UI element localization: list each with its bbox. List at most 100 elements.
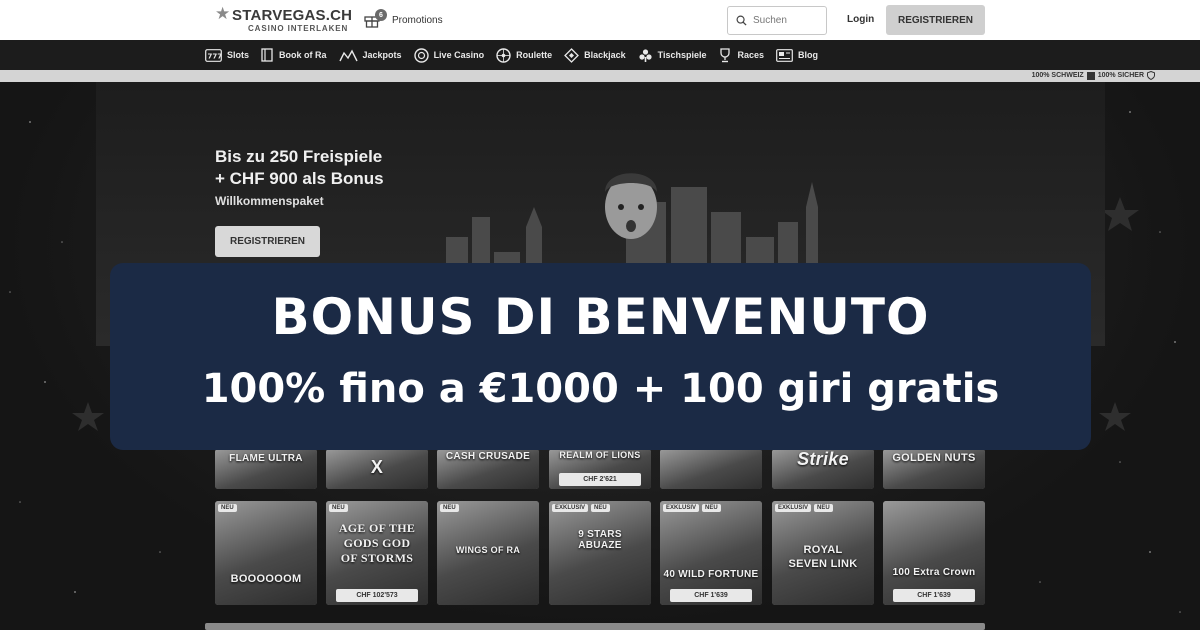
trust-secure-label: 100% SICHER (1097, 72, 1144, 79)
game-tile[interactable]: REALM OF LIONS CHF 2'621 (549, 449, 651, 489)
search-input[interactable] (753, 15, 823, 26)
register-button-hero[interactable]: REGISTRIEREN (215, 226, 320, 257)
nav-item-blog[interactable]: Blog (776, 48, 819, 62)
game-tile[interactable]: NEU BOOOOOOM (215, 501, 317, 605)
game-title: 40 WILD FORTUNE (663, 569, 759, 580)
banner-title: BONUS DI BENVENUTO (271, 288, 930, 346)
nav-label-slots: Slots (227, 50, 250, 60)
hero-headline-line2: + CHF 900 als Bonus (215, 169, 384, 188)
nav-label-jackpots: Jackpots (362, 50, 402, 60)
search-box[interactable] (727, 6, 827, 35)
game-tile[interactable]: EXKLUSIV NEU 9 STARS ABUAZE (549, 501, 651, 605)
game-title: FLAME ULTRA (229, 453, 303, 464)
table-games-icon (639, 48, 652, 62)
game-title: 9 STARS ABUAZE (578, 529, 622, 551)
trust-swiss-label: 100% SCHWEIZ (1031, 72, 1084, 79)
nav-label-live-casino: Live Casino (433, 50, 485, 60)
nav-item-tischspiele[interactable]: Tischspiele (638, 48, 707, 63)
star-logo-icon: ★ (215, 4, 231, 24)
game-tag-badge: NEU (440, 504, 459, 512)
trust-badges: 100% SCHWEIZ 100% SICHER (1032, 71, 1155, 80)
promotions-link[interactable]: 6 Promotions (364, 9, 443, 29)
login-link[interactable]: Login (847, 14, 874, 25)
gift-icon: 6 (364, 9, 387, 29)
game-tile[interactable]: 100 Extra Crown CHF 1'639 (883, 501, 985, 605)
top-header: ★ STARVEGAS.CH CASINO INTERLAKEN 6 Promo… (0, 0, 1200, 40)
logo-subtitle: CASINO INTERLAKEN (248, 24, 349, 33)
nav-label-races: Races (737, 50, 765, 60)
nav-item-live-casino[interactable]: Live Casino (413, 47, 485, 63)
promotions-label: Promotions (392, 14, 443, 26)
chip-icon (413, 47, 429, 63)
shield-icon (1147, 71, 1155, 80)
jackpot-amount: CHF 1'639 (893, 589, 975, 602)
game-title: REALM OF LIONS (559, 450, 641, 460)
banner-subtitle: 100% fino a €1000 + 100 giri gratis (201, 366, 1000, 412)
games-scrollbar[interactable] (205, 623, 985, 630)
blog-icon (776, 48, 793, 62)
game-title: BOOOOOOM (230, 573, 302, 585)
jackpot-amount: CHF 2'621 (559, 473, 641, 486)
game-tag-badge: EXKLUSIV (552, 504, 589, 512)
main-navigation: 777 Slots Book of Ra Jackpots Live Casin… (0, 40, 1200, 70)
game-artwork (660, 449, 762, 489)
game-title: AGE OF THE GODS GOD OF STORMS (338, 521, 416, 565)
book-icon (261, 48, 273, 62)
nav-item-roulette[interactable]: Roulette (496, 47, 553, 63)
jackpot-amount: CHF 102'573 (336, 589, 418, 602)
card-icon (564, 47, 579, 63)
game-artwork (215, 501, 317, 605)
game-title: 100 Extra Crown (892, 567, 976, 578)
logo-title: STARVEGAS.CH (232, 7, 353, 24)
game-tile[interactable]: GOLDEN NUTS (883, 449, 985, 489)
promotions-count-badge: 6 (375, 9, 387, 21)
nav-label-tischspiele: Tischspiele (657, 50, 707, 60)
game-tag-badge: NEU (702, 504, 721, 512)
game-tile[interactable]: Strike (772, 449, 874, 489)
game-tile[interactable]: EXKLUSIV NEU 40 WILD FORTUNE CHF 1'639 (660, 501, 762, 605)
svg-text:777: 777 (208, 52, 223, 60)
game-tile[interactable]: EXKLUSIV NEU ROYAL SEVEN LINK (772, 501, 874, 605)
swiss-flag-icon (1086, 71, 1095, 80)
hero-subtitle: Willkommenspaket (215, 194, 324, 208)
welcome-bonus-banner: BONUS DI BENVENUTO 100% fino a €1000 + 1… (110, 263, 1091, 450)
game-tag-badge: EXKLUSIV (663, 504, 700, 512)
nav-item-blackjack[interactable]: Blackjack (564, 47, 626, 63)
nav-label-blog: Blog (798, 50, 819, 60)
game-tile[interactable]: NEU AGE OF THE GODS GOD OF STORMS CHF 10… (326, 501, 428, 605)
nav-label-roulette: Roulette (516, 50, 553, 60)
site-logo[interactable]: ★ STARVEGAS.CH CASINO INTERLAKEN (215, 4, 375, 35)
nav-item-slots[interactable]: 777 Slots (205, 48, 250, 62)
game-tile[interactable]: FLAME ULTRA (215, 449, 317, 489)
game-tag-badge: NEU (591, 504, 610, 512)
game-title: ROYAL SEVEN LINK (788, 544, 858, 570)
hero-copy: Bis zu 250 Freispiele + CHF 900 als Bonu… (215, 146, 384, 208)
register-button-header[interactable]: REGISTRIEREN (886, 5, 985, 35)
nav-item-races[interactable]: Races (718, 47, 765, 63)
nav-label-blackjack: Blackjack (584, 50, 626, 60)
game-artwork (549, 501, 651, 605)
game-title: Strike (797, 449, 849, 469)
nav-item-book-of-ra[interactable]: Book of Ra (261, 48, 327, 62)
nav-label-book-of-ra: Book of Ra (279, 50, 327, 60)
game-tile[interactable] (660, 449, 762, 489)
game-tag-badge: NEU (218, 504, 237, 512)
game-title: GOLDEN NUTS (892, 452, 976, 464)
slot-machine-icon: 777 (205, 48, 223, 62)
game-tile[interactable]: X (326, 449, 428, 489)
nav-item-jackpots[interactable]: Jackpots (338, 49, 402, 62)
game-title: X (370, 457, 384, 477)
game-title: WINGS OF RA (455, 545, 521, 555)
trust-bar: 100% SCHWEIZ 100% SICHER (0, 70, 1200, 82)
search-icon (736, 15, 747, 26)
jackpot-amount: CHF 1'639 (670, 589, 752, 602)
game-title: CASH CRUSADE (445, 451, 531, 462)
game-tile[interactable]: NEU WINGS OF RA (437, 501, 539, 605)
trophy-icon (720, 47, 731, 62)
game-tag-badge: EXKLUSIV (775, 504, 812, 512)
game-tag-badge: NEU (814, 504, 833, 512)
game-tile[interactable]: CASH CRUSADE (437, 449, 539, 489)
game-tag-badge: NEU (329, 504, 348, 512)
roulette-icon (496, 47, 511, 63)
jackpot-icon (338, 49, 358, 61)
